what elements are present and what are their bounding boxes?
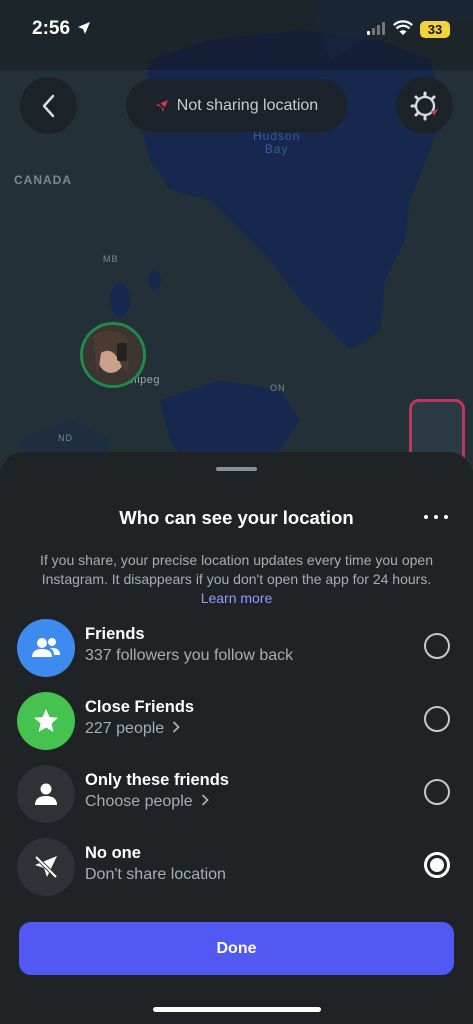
- back-button[interactable]: [20, 77, 77, 134]
- location-off-icon: [17, 838, 75, 896]
- chevron-right-icon: [173, 721, 180, 733]
- location-arrow-icon: [78, 22, 90, 34]
- option-title: Close Friends: [85, 698, 195, 716]
- settings-gear-icon: [410, 91, 438, 120]
- option-title: No one: [85, 844, 141, 862]
- avatar-photo: [83, 325, 143, 385]
- radio-no-one-selected[interactable]: [424, 852, 450, 878]
- map-view[interactable]: CANADA Hudson Bay MB ON ND nnipeg: [0, 0, 473, 470]
- battery-indicator: 33: [420, 21, 450, 38]
- option-close-friends[interactable]: Close Friends 227 people: [0, 692, 473, 752]
- location-sharing-sheet: Who can see your location If you share, …: [0, 452, 473, 1024]
- person-icon: [17, 765, 75, 823]
- option-no-one[interactable]: No one Don't share location: [0, 838, 473, 898]
- option-friends[interactable]: Friends 337 followers you follow back: [0, 619, 473, 679]
- radio-close-friends[interactable]: [424, 706, 450, 732]
- option-subtitle-text: Choose people: [85, 793, 193, 810]
- chevron-right-icon: [201, 794, 209, 806]
- location-off-glyph: [34, 855, 58, 879]
- option-title: Friends: [85, 625, 145, 643]
- more-options-button[interactable]: [424, 510, 448, 524]
- sharing-status-pill[interactable]: Not sharing location: [126, 79, 347, 132]
- cellular-signal-icon: [367, 22, 385, 35]
- option-subtitle: Don't share location: [85, 866, 226, 883]
- person-glyph: [35, 783, 57, 805]
- map-label-province-on: ON: [270, 383, 286, 393]
- map-label-province-mb: MB: [103, 254, 119, 264]
- description-text: If you share, your precise location upda…: [40, 552, 433, 587]
- location-settings-button[interactable]: [396, 77, 453, 134]
- option-subtitle: 337 followers you follow back: [85, 647, 294, 664]
- map-label-country: CANADA: [14, 173, 72, 187]
- radio-friends[interactable]: [424, 633, 450, 659]
- star-glyph: [34, 709, 58, 732]
- option-title: Only these friends: [85, 771, 229, 789]
- option-only-these-friends[interactable]: Only these friends Choose people: [0, 765, 473, 825]
- map-label-bay: Hudson Bay: [253, 129, 301, 156]
- friends-glyph: [32, 638, 60, 657]
- location-off-icon: [155, 98, 169, 113]
- friend-avatar-pin[interactable]: [80, 322, 146, 388]
- status-time: 2:56: [32, 18, 71, 39]
- sheet-title: Who can see your location: [119, 507, 354, 528]
- learn-more-link[interactable]: Learn more: [201, 590, 273, 606]
- status-bar: 2:56 33: [0, 0, 473, 60]
- option-subtitle-text: 227 people: [85, 720, 165, 737]
- home-indicator: [153, 1007, 321, 1012]
- radio-only-these-friends[interactable]: [424, 779, 450, 805]
- dot: [424, 515, 428, 519]
- friends-icon: [17, 619, 75, 677]
- done-button[interactable]: Done: [19, 922, 454, 975]
- chevron-left-icon: [42, 94, 54, 117]
- sheet-grabber[interactable]: [216, 467, 257, 471]
- star-icon: [17, 692, 75, 750]
- option-subtitle: Choose people: [85, 793, 209, 811]
- dot: [434, 515, 438, 519]
- sheet-description: If you share, your precise location upda…: [30, 551, 443, 608]
- sharing-status-text: Not sharing location: [176, 96, 319, 114]
- option-subtitle: 227 people: [85, 720, 180, 738]
- map-canvas: [0, 0, 473, 470]
- wifi-icon: [393, 20, 413, 35]
- dot: [444, 515, 448, 519]
- map-label-state-nd: ND: [58, 433, 73, 443]
